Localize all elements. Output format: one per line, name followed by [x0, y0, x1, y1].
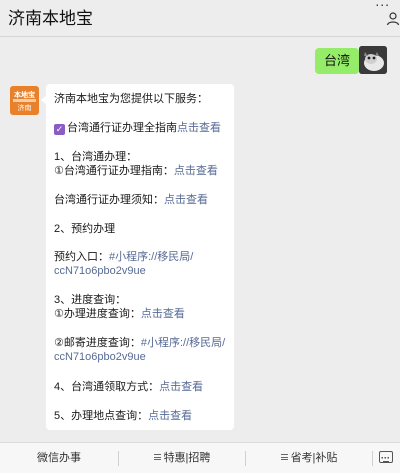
section-2-entry-text: 预约入口： [54, 251, 109, 263]
section-3-item-2: ②邮寄进度查询：#小程序://移民局/ [54, 336, 225, 350]
bottom-menu-bar: 微信办事 特惠|招聘 省考|补贴 [0, 442, 400, 473]
section-3-item-1-text: ①办理进度查询： [54, 308, 141, 320]
keyboard-icon-glyph [381, 457, 389, 463]
more-icon[interactable]: ... [375, 0, 390, 9]
chat-title: 济南本地宝 [8, 9, 93, 28]
section-3-item-2-link-1[interactable]: #小程序://移民局/ [141, 337, 225, 349]
section-2-entry-link-2[interactable]: ccN71o6pbo2v9ue [54, 264, 146, 278]
submenu-icon [280, 454, 288, 460]
section-1-notice-text: 台湾通行证办理须知： [54, 194, 164, 206]
section-3-item-2-link-2[interactable]: ccN71o6pbo2v9ue [54, 350, 146, 364]
section-3-title: 3、进度查询： [54, 294, 127, 306]
section-1-item: ①台湾通行证办理指南：点击查看 [54, 164, 218, 178]
section-1-notice-link[interactable]: 点击查看 [164, 194, 208, 206]
intro-text: 济南本地宝为您提供以下服务： [54, 93, 208, 105]
user-message-bubble[interactable]: 台湾 [315, 48, 365, 74]
submenu-icon [153, 454, 161, 460]
guide-link[interactable]: 点击查看 [177, 122, 221, 134]
menu-item-deals-jobs-label: 特惠|招聘 [163, 452, 211, 464]
section-4: 4、台湾通领取方式：点击查看 [54, 380, 203, 394]
header-divider [0, 36, 400, 37]
menu-item-deals-jobs[interactable]: 特惠|招聘 [119, 443, 245, 473]
section-4-text: 4、台湾通领取方式： [54, 381, 160, 393]
section-1-item-text: ①台湾通行证办理指南： [54, 165, 174, 177]
keyboard-icon[interactable] [379, 451, 393, 463]
bot-message-bubble: 济南本地宝为您提供以下服务： ✓ 台湾通行证办理全指南点击查看 1、台湾通办理： … [41, 84, 234, 430]
bot-avatar[interactable]: 本地宝 济南 [10, 86, 39, 115]
section-5-link[interactable]: 点击查看 [148, 410, 192, 422]
menu-item-wechat-service[interactable]: 微信办事 [0, 443, 118, 473]
section-5-text: 5、办理地点查询： [54, 410, 149, 422]
bot-avatar-stripe [13, 99, 36, 102]
section-3-item-1-link[interactable]: 点击查看 [141, 308, 185, 320]
section-1-item-link[interactable]: 点击查看 [174, 165, 218, 177]
section-5: 5、办理地点查询：点击查看 [54, 409, 192, 423]
bot-avatar-bottom-text: 济南 [17, 105, 32, 112]
menu-item-wechat-service-label: 微信办事 [37, 452, 81, 464]
guide-line: ✓ 台湾通行证办理全指南点击查看 [54, 121, 221, 135]
user-avatar-image [359, 46, 387, 74]
user-avatar[interactable] [359, 46, 387, 74]
section-2-entry-link-1[interactable]: #小程序://移民局/ [109, 251, 193, 263]
section-2-entry: 预约入口：#小程序://移民局/ [54, 250, 193, 264]
menu-item-exam-subsidy-label: 省考|补贴 [290, 452, 338, 464]
section-3-item-1: ①办理进度查询：点击查看 [54, 307, 185, 321]
title-bar: 济南本地宝 ... [0, 0, 400, 36]
person-icon[interactable] [386, 12, 400, 26]
checkbox-icon: ✓ [54, 124, 65, 135]
section-2-title: 2、预约办理 [54, 223, 116, 235]
guide-text: 台湾通行证办理全指南 [67, 122, 177, 134]
menu-separator [372, 451, 373, 466]
menu-item-exam-subsidy[interactable]: 省考|补贴 [246, 443, 372, 473]
section-3-item-2-text: ②邮寄进度查询： [54, 337, 141, 349]
section-4-link[interactable]: 点击查看 [159, 381, 203, 393]
section-1-title: 1、台湾通办理： [54, 151, 138, 163]
section-1-notice: 台湾通行证办理须知：点击查看 [54, 193, 208, 207]
